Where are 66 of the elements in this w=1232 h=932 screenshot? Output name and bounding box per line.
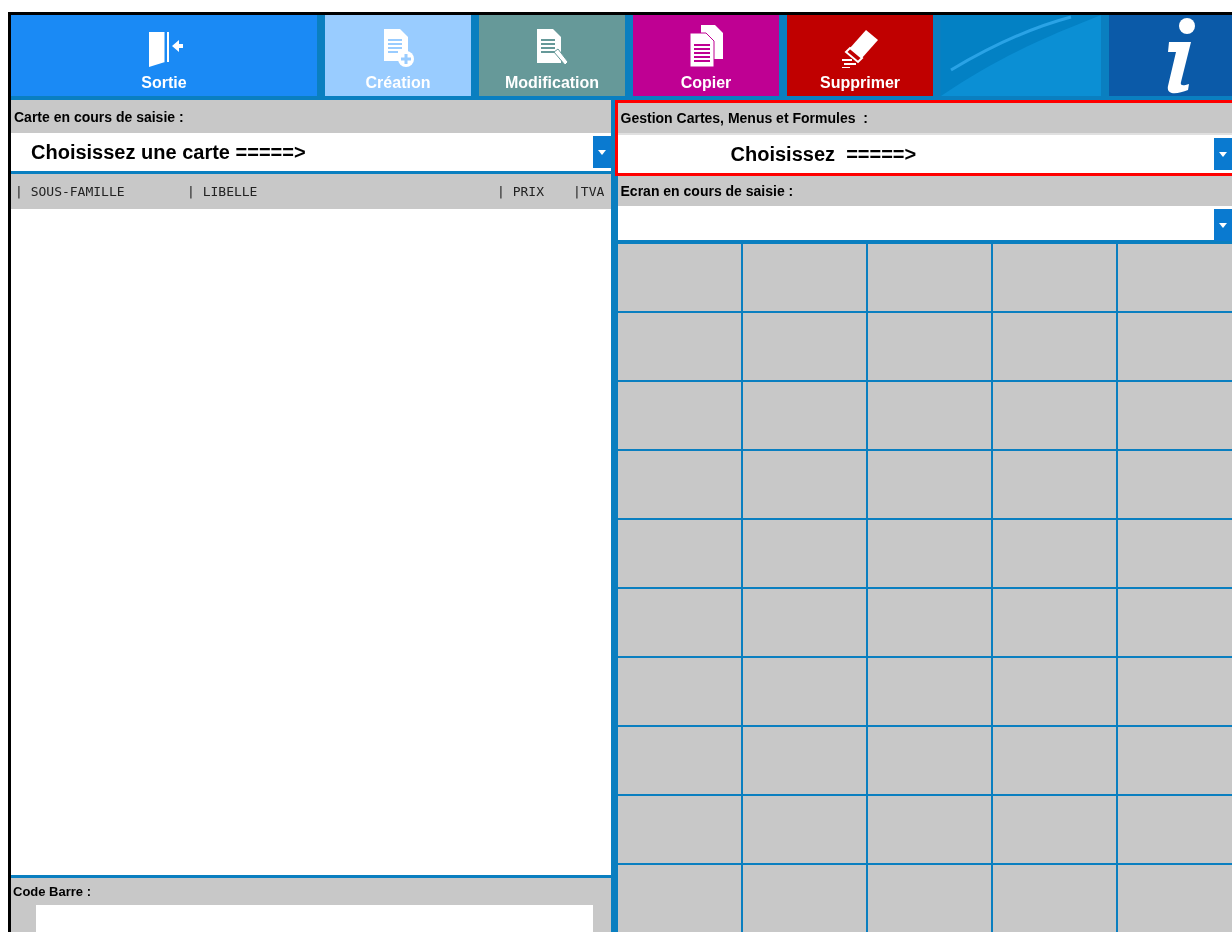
grid-button[interactable] bbox=[867, 520, 991, 587]
grid-button[interactable] bbox=[1117, 589, 1232, 656]
grid-button[interactable] bbox=[742, 658, 866, 725]
grid-button[interactable] bbox=[742, 796, 866, 863]
toolbar-button[interactable]: Copier bbox=[633, 15, 779, 96]
grid-button[interactable] bbox=[1117, 658, 1232, 725]
grid-button[interactable] bbox=[617, 520, 741, 587]
column-header[interactable]: | SOUS-FAMILLE bbox=[15, 184, 187, 199]
eraser-icon bbox=[840, 28, 880, 68]
grid-button[interactable] bbox=[992, 589, 1116, 656]
grid-button[interactable] bbox=[1117, 865, 1232, 932]
field-label: Ecran en cours de saisie : bbox=[619, 183, 794, 200]
grid-button[interactable] bbox=[867, 589, 991, 656]
grid-button[interactable] bbox=[617, 727, 741, 794]
grid-button[interactable] bbox=[1117, 520, 1232, 587]
grid-button[interactable] bbox=[617, 244, 741, 311]
grid-button[interactable] bbox=[742, 520, 866, 587]
grid-button[interactable] bbox=[992, 244, 1116, 311]
grid-button[interactable] bbox=[992, 520, 1116, 587]
document-plus-icon bbox=[381, 28, 415, 68]
grid-button[interactable] bbox=[742, 865, 866, 932]
grid-button[interactable] bbox=[742, 244, 866, 311]
grid-button[interactable] bbox=[867, 244, 991, 311]
grid-button[interactable] bbox=[742, 313, 866, 380]
grid-button[interactable] bbox=[867, 451, 991, 518]
column-header[interactable]: | PRIX bbox=[497, 184, 573, 199]
grid-button[interactable] bbox=[867, 313, 991, 380]
column-header[interactable]: | LIBELLE bbox=[187, 184, 497, 199]
grid-button[interactable] bbox=[992, 313, 1116, 380]
grid-button[interactable] bbox=[617, 382, 741, 449]
grid-button[interactable] bbox=[867, 658, 991, 725]
grid-button[interactable] bbox=[992, 658, 1116, 725]
grid-button[interactable] bbox=[867, 382, 991, 449]
grid-button[interactable] bbox=[992, 451, 1116, 518]
grid-button[interactable] bbox=[617, 313, 741, 380]
grid-button[interactable] bbox=[617, 865, 741, 932]
grid-button[interactable] bbox=[1117, 382, 1232, 449]
grid-button[interactable] bbox=[1117, 796, 1232, 863]
grid-button[interactable] bbox=[1117, 727, 1232, 794]
copy-documents-icon bbox=[688, 24, 724, 68]
grid-button[interactable] bbox=[617, 589, 741, 656]
field-label: Code Barre : bbox=[12, 883, 93, 899]
card-select[interactable]: Choisissez une carte =====> bbox=[11, 133, 611, 171]
grid-button[interactable] bbox=[742, 382, 866, 449]
grid-button[interactable] bbox=[617, 796, 741, 863]
grid-button[interactable] bbox=[867, 865, 991, 932]
grid-button[interactable] bbox=[867, 796, 991, 863]
barcode-input-field[interactable] bbox=[36, 905, 593, 932]
grid-button[interactable] bbox=[867, 727, 991, 794]
toolbar-button[interactable]: Supprimer bbox=[787, 15, 933, 96]
grid-button[interactable] bbox=[742, 451, 866, 518]
grid-button[interactable] bbox=[992, 382, 1116, 449]
grid-button[interactable] bbox=[742, 727, 866, 794]
grid-button[interactable] bbox=[617, 451, 741, 518]
toolbar-button[interactable]: Sortie bbox=[11, 15, 317, 96]
field-label: Carte en cours de saisie : bbox=[13, 108, 184, 125]
grid-button[interactable] bbox=[617, 658, 741, 725]
field-label: Gestion Cartes, Menus et Formules : bbox=[619, 110, 868, 126]
grid-button[interactable] bbox=[992, 796, 1116, 863]
grid-button[interactable] bbox=[1117, 313, 1232, 380]
grid-button[interactable] bbox=[992, 727, 1116, 794]
grid-button[interactable] bbox=[992, 865, 1116, 932]
grid-button[interactable] bbox=[742, 589, 866, 656]
screen-select[interactable] bbox=[617, 206, 1232, 240]
grid-button[interactable] bbox=[1117, 451, 1232, 518]
management-select[interactable]: Choisissez =====> bbox=[617, 135, 1232, 173]
